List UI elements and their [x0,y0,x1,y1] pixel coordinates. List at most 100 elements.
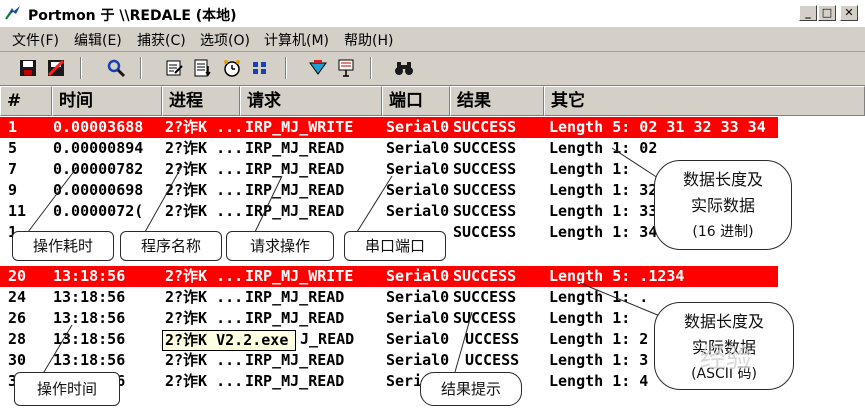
menu-capture[interactable]: 捕获(C) [137,30,186,50]
watermark: 经验 [700,344,753,374]
autoscroll-icon[interactable] [192,58,212,78]
cell-index: 5 [8,139,18,157]
cell-result: SUCCESS [453,309,517,327]
annotation-data-hex-line2: 实际数据 [690,196,755,215]
annotation-data-hex-line3: (16 进制) [692,224,754,240]
toolbar-separator [285,57,287,79]
column-header-result[interactable]: 结果 [450,86,544,116]
cell-request: IRP_MJ_READ [245,202,345,220]
minimize-button[interactable]: _ [799,5,817,21]
filter-icon[interactable] [250,58,270,78]
cell-result: SUCCESS [453,160,517,178]
cell-time: 0.00000782 [53,160,144,178]
cell-time: 13:18:56 [53,309,126,327]
cell-process: 2?诈K ... [165,372,243,390]
close-button[interactable]: ✕ [840,5,858,21]
cell-process: 2?诈K ... [165,309,243,327]
cell-index: 24 [8,288,27,306]
cell-index: 11 [8,202,27,220]
annotation-serial-port: 串口端口 [344,231,446,261]
timer-icon[interactable] [222,58,242,78]
list-header: # 时间 进程 请求 端口 结果 其它 [0,86,865,116]
cell-request: IRP_MJ_READ [245,160,345,178]
table-row[interactable]: 1 0.00003688 2?诈K ... IRP_MJ_WRITE Seria… [0,117,778,138]
cell-request: IRP_MJ_READ [245,372,345,390]
toolbar-separator [370,57,372,79]
cell-request: IRP_MJ_READ [245,139,345,157]
cell-process: 2?诈K ... [165,139,243,157]
clear-icon[interactable] [164,58,184,78]
cell-index: 9 [8,181,18,199]
cell-process: 2?诈K ... [165,202,243,220]
table-row[interactable]: 5 0.00000894 2?诈K ... IRP_MJ_READ Serial… [0,138,865,159]
menu-computer[interactable]: 计算机(M) [264,30,329,50]
binoculars-icon[interactable] [394,58,414,78]
capture-icon[interactable] [46,58,66,78]
window-title: Portmon 于 \\REDALE (本地) [28,8,237,24]
annotation-result-hint: 结果提示 [420,372,522,406]
cell-result: UCCESS [465,351,520,369]
column-header-process[interactable]: 进程 [162,86,240,116]
cell-time: 0.0000072( [53,202,144,220]
cell-port: Serial0 [386,118,450,136]
cell-result: UCCESS [465,330,520,348]
title-bar: Portmon 于 \\REDALE (本地) _ □ ✕ [0,0,865,28]
annotation-data-hex: 数据长度及 实际数据 (16 进制) [654,160,792,250]
cell-process: 2?诈K ... [165,181,243,199]
annotation-request-op: 请求操作 [226,231,334,261]
cell-other: Length 1: 02 [549,139,658,157]
cell-time: 13:18:56 [53,288,126,306]
cell-request: IRP_MJ_READ [245,181,345,199]
highlight-icon[interactable] [308,58,328,78]
cell-port: Serial0 [386,202,450,220]
column-header-request[interactable]: 请求 [240,86,382,116]
cell-time: 13:18:56 [53,267,126,285]
cell-result: SUCCESS [453,288,517,306]
column-header-port[interactable]: 端口 [382,86,450,116]
cell-index: 7 [8,160,18,178]
cell-process: 2?诈K ... [165,160,243,178]
cell-time: 0.00000894 [53,139,144,157]
cell-process: 2?诈K ... [165,118,243,136]
cell-index: 1 [8,118,18,136]
cell-request: IRP_MJ_READ [245,351,345,369]
cell-result: SUCCESS [453,181,517,199]
cell-request: IRP_MJ_READ [245,288,345,306]
column-header-time[interactable]: 时间 [52,86,162,116]
connect-icon[interactable] [336,58,356,78]
menu-options[interactable]: 选项(O) [200,30,250,50]
table-row[interactable]: 20 13:18:56 2?诈K ... IRP_MJ_WRITE Serial… [0,266,778,287]
cell-result: SUCCESS [453,118,517,136]
toolbar-separator [140,57,142,79]
annotation-data-ascii-line1: 数据长度及 [683,312,764,331]
cell-other: Length 5: .1234 [549,267,685,285]
menu-file[interactable]: 文件(F) [12,30,59,50]
column-header-index[interactable]: # [0,86,52,116]
cell-time: 13:18:56 [53,351,126,369]
menu-bar: 文件(F) 编辑(E) 捕获(C) 选项(O) 计算机(M) 帮助(H) [0,27,865,52]
cell-port: Serial0 [386,288,450,306]
cell-process: 2?诈K ... [165,267,243,285]
process-tooltip: 2?诈K V2.2.exe [162,330,296,351]
find-icon[interactable] [106,58,126,78]
cell-process: 2?诈K ... [165,288,243,306]
annotation-data-hex-line1: 数据长度及 [682,170,763,189]
menu-edit[interactable]: 编辑(E) [74,30,122,50]
cell-index: 30 [8,351,27,369]
cell-result: SUCCESS [453,223,517,241]
cell-port: Serial0 [386,181,450,199]
column-header-other[interactable]: 其它 [544,86,865,116]
menu-help[interactable]: 帮助(H) [344,30,393,50]
maximize-button[interactable]: □ [818,5,836,21]
cell-index: 26 [8,309,27,327]
cell-port: Serial0 [386,330,450,348]
cell-port: Serial0 [386,267,450,285]
cell-time: 13:18:56 [53,330,126,348]
portmon-app-icon [5,6,20,20]
cell-other: Length 5: 02 31 32 33 34 [549,118,766,136]
save-icon[interactable] [18,58,38,78]
cell-index: 20 [8,267,27,285]
toolbar-separator [80,57,82,79]
cell-request: IRP_MJ_READ [245,309,345,327]
cell-process: 2?诈K ... [165,351,243,369]
